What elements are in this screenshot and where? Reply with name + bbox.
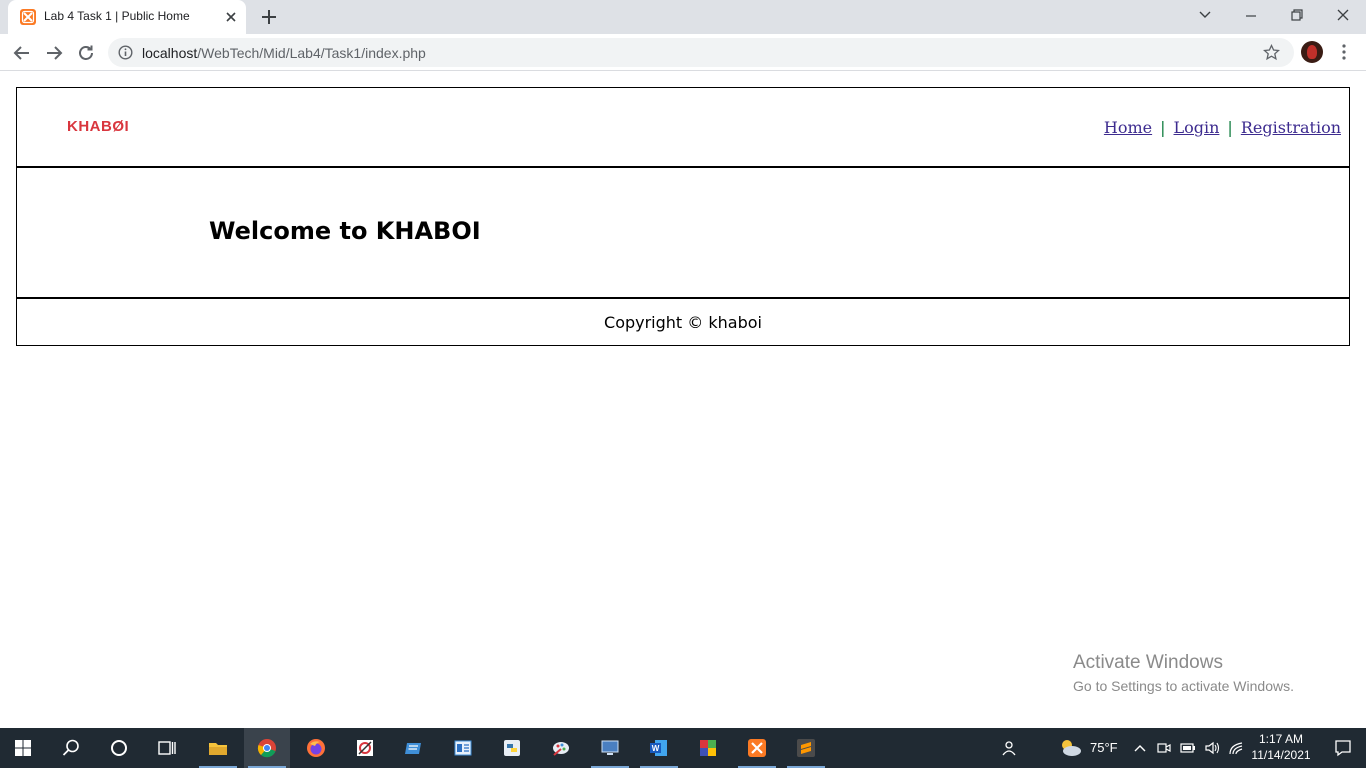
nav-link-home[interactable]: Home (1104, 118, 1152, 137)
winrar-icon[interactable] (685, 728, 731, 768)
tab-title: Lab 4 Task 1 | Public Home (44, 9, 190, 23)
page-viewport: KHABØI Home | Login | Registration Welcome t… (0, 72, 1366, 728)
wifi-icon[interactable] (1224, 728, 1248, 768)
weather-temperature: 75°F (1090, 740, 1118, 755)
volume-icon[interactable] (1200, 728, 1224, 768)
svg-text:W: W (652, 744, 660, 753)
reload-icon[interactable] (74, 41, 98, 65)
new-tab-icon[interactable] (259, 7, 279, 27)
calculator-window-icon[interactable] (440, 728, 486, 768)
activate-windows-watermark: Activate Windows Go to Settings to activ… (1073, 652, 1294, 694)
nav-separator: | (1160, 118, 1166, 137)
close-window-icon[interactable] (1320, 0, 1366, 30)
site-nav: Home | Login | Registration (1104, 118, 1341, 137)
start-windows-icon[interactable] (0, 728, 46, 768)
site-layout-table: KHABØI Home | Login | Registration Welcome t… (16, 87, 1350, 346)
search-icon[interactable] (48, 728, 94, 768)
python-icon[interactable] (489, 728, 535, 768)
more-menu-icon[interactable] (1336, 42, 1352, 62)
xampp-favicon-icon (20, 9, 36, 25)
task-view-icon[interactable] (144, 728, 190, 768)
logo-cell: KHABØI (17, 88, 181, 168)
battery-icon[interactable] (1176, 728, 1200, 768)
clock-time: 1:17 AM (1258, 732, 1304, 746)
snipping-tool-icon[interactable] (342, 728, 388, 768)
site-logo[interactable]: KHABØI (67, 118, 129, 135)
xampp-icon[interactable] (734, 728, 780, 768)
browser-toolbar: localhost/WebTech/Mid/Lab4/Task1/index.p… (0, 34, 1366, 71)
forward-arrow-icon[interactable] (42, 41, 66, 65)
address-bar[interactable]: localhost/WebTech/Mid/Lab4/Task1/index.p… (108, 38, 1294, 67)
file-explorer-icon[interactable] (195, 728, 241, 768)
info-icon[interactable] (118, 45, 133, 60)
nav-link-login[interactable]: Login (1174, 118, 1220, 137)
notifications-icon[interactable] (1320, 728, 1366, 768)
copyright-footer: Copyright © khaboi (604, 313, 762, 332)
profile-avatar[interactable] (1301, 41, 1323, 63)
windows-taskbar: W 75°F 1:17 AM 11/14/2021 (0, 728, 1366, 768)
close-tab-icon[interactable] (222, 8, 240, 26)
taskbar-clock[interactable]: 1:17 AM 11/14/2021 (1248, 731, 1314, 763)
clock-date: 11/14/2021 (1251, 748, 1311, 762)
header-divider (17, 166, 1349, 168)
tab-search-icon[interactable] (1182, 0, 1228, 30)
paint-icon[interactable] (538, 728, 584, 768)
nav-separator: | (1227, 118, 1233, 137)
remote-desktop-icon[interactable] (587, 728, 633, 768)
meet-now-camera-icon[interactable] (1152, 728, 1176, 768)
watermark-title: Activate Windows (1073, 652, 1223, 673)
back-arrow-icon[interactable] (10, 41, 34, 65)
cortana-circle-icon[interactable] (96, 728, 142, 768)
browser-tab-strip: Lab 4 Task 1 | Public Home (0, 0, 1366, 34)
show-hidden-icons-chevron-icon[interactable] (1128, 728, 1152, 768)
url-text: localhost/WebTech/Mid/Lab4/Task1/index.p… (142, 45, 426, 61)
chrome-icon[interactable] (244, 728, 290, 768)
bookmark-star-icon[interactable] (1262, 43, 1281, 61)
footer-divider (17, 297, 1349, 299)
watermark-subtitle: Go to Settings to activate Windows. (1073, 678, 1294, 694)
firefox-icon[interactable] (293, 728, 339, 768)
restore-icon[interactable] (1274, 0, 1320, 30)
nav-link-registration[interactable]: Registration (1241, 118, 1341, 137)
browser-tab[interactable]: Lab 4 Task 1 | Public Home (8, 0, 246, 34)
people-icon[interactable] (986, 728, 1032, 768)
url-path: /WebTech/Mid/Lab4/Task1/index.php (197, 45, 426, 61)
sublime-text-icon[interactable] (783, 728, 829, 768)
url-host: localhost (142, 45, 198, 61)
app-launcher-icon[interactable] (391, 728, 437, 768)
word-icon[interactable]: W (636, 728, 682, 768)
welcome-heading: Welcome to KHABOI (209, 217, 481, 245)
minimize-icon[interactable] (1228, 0, 1274, 30)
